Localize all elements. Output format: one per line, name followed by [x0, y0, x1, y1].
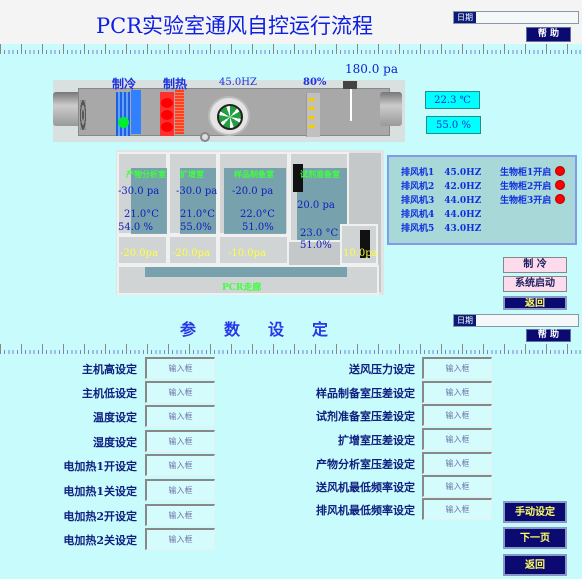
- setting-label: 产物分析室压差设定: [316, 458, 415, 471]
- biosafety-cabinet-label: 生物柜3开启: [500, 196, 552, 206]
- setting-input[interactable]: 输入框: [145, 357, 215, 379]
- date-field[interactable]: 日期: [453, 11, 579, 24]
- back-button[interactable]: 返回: [503, 296, 567, 310]
- date-value: [476, 12, 578, 23]
- room-name: 扩增室: [180, 169, 204, 179]
- damper-icon: [306, 93, 320, 137]
- setting-label: 试剂准备室压差设定: [316, 410, 415, 423]
- room-humidity: 51.0%: [242, 222, 274, 233]
- system-start-button[interactable]: 系统启动: [503, 276, 567, 292]
- room-humidity: 51.0%: [300, 240, 332, 251]
- mode-cooling-button[interactable]: 制 冷: [503, 257, 567, 273]
- settings-help-button[interactable]: 帮 助: [526, 329, 571, 342]
- fan-icon: [217, 104, 243, 130]
- cabinet-status-indicator: [555, 180, 565, 190]
- date-label: 日期: [454, 315, 476, 326]
- fan-frequency: 45.0HZ: [219, 77, 257, 88]
- heating-coil-icon: [160, 92, 174, 136]
- room-humidity: 55.0%: [180, 222, 212, 233]
- setting-input[interactable]: 输入框: [145, 430, 215, 452]
- buffer-pressure: -10.0pa: [228, 248, 267, 259]
- room-name: 样品制备室: [234, 169, 274, 179]
- room-pressure: -20.0 pa: [232, 186, 274, 197]
- setting-label: 电加热2开设定: [63, 510, 137, 523]
- page-title: PCR实验室通风自控运行流程: [96, 14, 374, 38]
- filter-grille-icon: [80, 100, 86, 130]
- setting-input[interactable]: 输入框: [145, 479, 215, 501]
- setting-label: 电加热2关设定: [63, 534, 137, 547]
- buffer-pressure: 10.0pa: [343, 248, 378, 259]
- setting-input[interactable]: 输入框: [422, 381, 492, 403]
- exhaust-fan-row: 排风机3 44.0HZ: [401, 196, 482, 206]
- room-name: 产物分析室: [126, 169, 166, 179]
- motor-icon: [200, 132, 210, 142]
- setting-input[interactable]: 输入框: [422, 357, 492, 379]
- damper-percent: 80%: [303, 77, 327, 88]
- setting-input[interactable]: 输入框: [145, 405, 215, 427]
- biosafety-cabinet-label: 生物柜1开启: [500, 168, 552, 178]
- cooling-status-indicator: [118, 117, 129, 128]
- room-pressure: 20.0 pa: [297, 200, 335, 211]
- next-page-button[interactable]: 下一页: [503, 527, 567, 549]
- cooling-coil-icon: [116, 92, 130, 136]
- manual-setting-button[interactable]: 手动设定: [503, 501, 567, 523]
- setting-input[interactable]: 输入框: [422, 452, 492, 474]
- setting-input[interactable]: 输入框: [422, 475, 492, 497]
- corridor-label: PCR走廊: [222, 283, 262, 293]
- buffer-pressure: -20.0pa: [172, 248, 211, 259]
- pressure-sensor-icon: [343, 81, 357, 89]
- settings-back-button[interactable]: 返回: [503, 554, 567, 576]
- setting-label: 扩增室压差设定: [338, 434, 415, 447]
- setting-label: 温度设定: [93, 411, 137, 424]
- ruler-divider: [0, 44, 582, 54]
- settings-date-field[interactable]: 日期: [453, 314, 579, 327]
- supply-pressure: 180.0 pa: [345, 62, 399, 76]
- setting-label: 送风压力设定: [349, 363, 415, 376]
- cabinet-status-indicator: [555, 194, 565, 204]
- exhaust-fan-row: 排风机1 45.0HZ: [401, 168, 482, 178]
- room-humidity: 54.0 %: [118, 222, 153, 233]
- heating-coil-fins: [175, 90, 184, 134]
- room-name: 试剂准备室: [300, 169, 340, 179]
- cooling-coil-fins: [131, 90, 141, 134]
- help-button[interactable]: 帮 助: [526, 27, 571, 42]
- pressure-probe: [350, 89, 352, 121]
- setting-input[interactable]: 输入框: [422, 404, 492, 426]
- room-temperature: 21.0°C: [124, 209, 159, 220]
- setting-label: 电加热1开设定: [63, 460, 137, 473]
- setting-label: 样品制备室压差设定: [316, 387, 415, 400]
- cabinet-status-indicator: [555, 166, 565, 176]
- setting-input[interactable]: 输入框: [145, 504, 215, 526]
- ruler-divider: [0, 344, 582, 354]
- outlet-duct: [380, 92, 402, 126]
- setting-input[interactable]: 输入框: [145, 381, 215, 403]
- exhaust-fan-row: 排风机5 43.0HZ: [401, 224, 482, 234]
- exhaust-fan-row: 排风机4 44.0HZ: [401, 210, 482, 220]
- biosafety-cabinet-label: 生物柜2开启: [500, 182, 552, 192]
- temperature-readout: 22.3 ℃: [425, 91, 480, 109]
- room-pressure: -30.0 pa: [176, 186, 218, 197]
- setting-label: 送风机最低频率设定: [316, 481, 415, 494]
- setting-input[interactable]: 输入框: [422, 498, 492, 520]
- buffer-pressure: -20.0pa: [120, 248, 159, 259]
- humidity-readout: 55.0 %: [426, 116, 481, 134]
- room-pressure: -30.0 pa: [118, 186, 160, 197]
- setting-label: 主机低设定: [82, 387, 137, 400]
- setting-label: 湿度设定: [93, 436, 137, 449]
- setting-label: 主机高设定: [82, 363, 137, 376]
- setting-label: 排风机最低频率设定: [316, 504, 415, 517]
- exhaust-fan-row: 排风机2 42.0HZ: [401, 182, 482, 192]
- setting-input[interactable]: 输入框: [145, 454, 215, 476]
- room-temperature: 21.0°C: [180, 209, 215, 220]
- setting-input[interactable]: 输入框: [145, 528, 215, 550]
- room-temperature: 23.0 °C: [300, 228, 339, 239]
- settings-title: 参数设定: [180, 320, 357, 339]
- setting-label: 电加热1关设定: [63, 485, 137, 498]
- setting-input[interactable]: 输入框: [422, 428, 492, 450]
- date-label: 日期: [454, 12, 476, 23]
- room-temperature: 22.0°C: [240, 209, 275, 220]
